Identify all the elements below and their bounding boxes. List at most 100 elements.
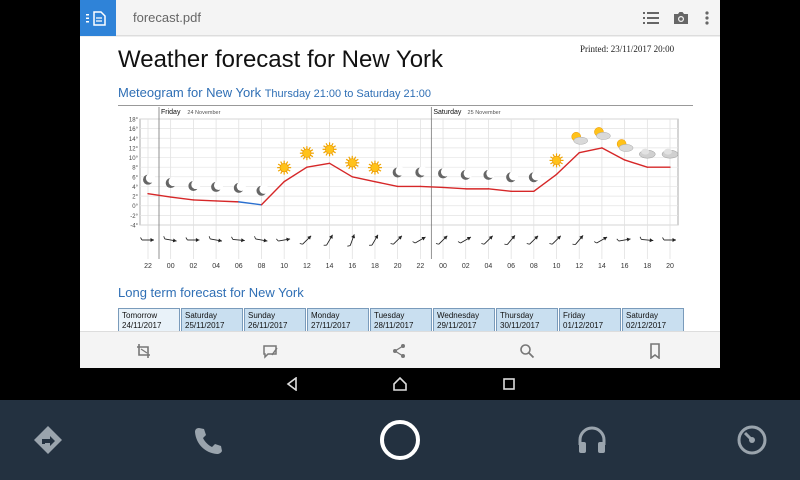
x-tick-label: 10 — [280, 263, 288, 270]
y-tick-label: 2° — [132, 195, 138, 201]
top-toolbar: forecast.pdf — [80, 0, 720, 36]
camera-icon[interactable] — [672, 9, 690, 27]
day-date: 29/11/2017 — [437, 321, 477, 330]
temperature-segment — [419, 185, 444, 189]
home-icon[interactable] — [392, 376, 408, 392]
x-tick-label: 06 — [235, 263, 243, 270]
recents-icon[interactable] — [501, 376, 517, 392]
day-cell: Saturday 02/12/2017 — [622, 308, 684, 331]
day-name: Saturday — [185, 311, 218, 320]
wind-arrow — [412, 236, 426, 244]
day-name: Friday — [563, 311, 586, 320]
day-date-label: 25 November — [468, 110, 501, 116]
wind-arrow — [369, 234, 379, 246]
phone-icon[interactable] — [188, 420, 228, 460]
day-cell: Saturday 25/11/2017 — [181, 308, 243, 331]
y-tick-label: 16° — [129, 127, 139, 133]
meteogram-chart: 18° 16° 14° 12° 10° 8° 6° 4° 2° 0° -2° -4° 22 00 02 04… — [129, 107, 679, 270]
meteogram-subtitle: Thursday 21:00 to Saturday 21:00 — [264, 88, 432, 100]
day-date: 01/12/2017 — [563, 321, 604, 330]
more-vert-icon[interactable] — [698, 9, 716, 27]
document-title: Weather forecast for New York — [118, 46, 444, 73]
y-tick-label: -4° — [130, 224, 138, 230]
day-name: Tuesday — [374, 311, 405, 320]
wind-arrow — [140, 237, 154, 242]
day-cell: Monday 27/11/2017 — [307, 308, 369, 331]
y-tick-label: 0° — [132, 204, 138, 210]
wind-arrow — [299, 235, 312, 245]
day-label: Friday — [161, 109, 181, 116]
pdf-viewer: forecast.pdf Weather forecast for New Yo… — [80, 0, 720, 368]
x-tick-label: 08 — [258, 263, 266, 270]
bookmark-icon[interactable] — [645, 341, 665, 361]
day-date: 30/11/2017 — [500, 321, 540, 330]
bottom-toolbar — [80, 331, 720, 368]
annotate-icon[interactable] — [261, 341, 281, 361]
day-name: Wednesday — [437, 311, 480, 320]
y-tick-label: 4° — [132, 185, 138, 191]
x-tick-label: 16 — [348, 263, 356, 270]
pdf-page: Weather forecast for New York Printed: 2… — [80, 37, 720, 331]
home-circle-icon[interactable] — [376, 416, 424, 464]
wind-arrow — [347, 234, 355, 247]
day-cell: Friday 01/12/2017 — [559, 308, 621, 331]
day-cell: Thursday 30/11/2017 — [496, 308, 558, 331]
document-icon — [86, 11, 106, 26]
list-icon[interactable] — [642, 9, 660, 27]
x-tick-label: 00 — [167, 263, 175, 270]
x-tick-label: 18 — [371, 263, 379, 270]
day-cell: Sunday 26/11/2017 — [244, 308, 306, 331]
x-tick-label: 02 — [462, 263, 470, 270]
wind-arrow — [208, 236, 223, 243]
x-tick-label: 22 — [416, 263, 424, 270]
wind-arrow — [276, 237, 291, 242]
navigation-icon[interactable] — [28, 420, 68, 460]
meteogram-title: Meteogram for New York — [118, 85, 262, 100]
day-date: 25/11/2017 — [185, 321, 225, 330]
headphones-icon[interactable] — [572, 420, 612, 460]
wind-arrow — [231, 236, 245, 243]
wind-arrow — [504, 235, 516, 245]
search-icon[interactable] — [517, 341, 537, 361]
day-date: 28/11/2017 — [374, 321, 414, 330]
printed-timestamp: Printed: 23/11/2017 20:00 — [580, 44, 675, 54]
menu-button[interactable] — [80, 0, 116, 36]
day-date: 27/11/2017 — [311, 321, 351, 330]
speedometer-icon[interactable] — [732, 420, 772, 460]
day-cell: Tomorrow 24/11/2017 — [118, 308, 180, 331]
x-tick-label: 06 — [507, 263, 515, 270]
meteogram-heading: Meteogram for New York Thursday 21:00 to… — [118, 85, 431, 100]
y-tick-label: 18° — [129, 118, 139, 124]
wind-arrow — [572, 235, 584, 245]
y-tick-label: 12° — [129, 146, 139, 152]
x-tick-label: 16 — [621, 263, 629, 270]
wind-arrow — [254, 236, 268, 243]
x-tick-label: 12 — [303, 263, 311, 270]
y-tick-label: 6° — [132, 175, 138, 181]
day-date: 24/11/2017 — [122, 321, 162, 330]
x-tick-label: 08 — [530, 263, 538, 270]
y-tick-label: 8° — [132, 166, 138, 172]
x-tick-label: 04 — [212, 263, 220, 270]
y-tick-label: 14° — [129, 137, 139, 143]
day-date-label: 24 November — [187, 110, 220, 116]
x-tick-label: 10 — [553, 263, 561, 270]
x-tick-label: 00 — [439, 263, 447, 270]
x-tick-label: 04 — [485, 263, 493, 270]
wind-arrow — [662, 237, 676, 242]
crop-icon[interactable] — [134, 341, 154, 361]
day-date: 02/12/2017 — [626, 321, 667, 330]
wind-arrow — [435, 235, 448, 245]
day-cell: Wednesday 29/11/2017 — [433, 308, 495, 331]
day-date: 26/11/2017 — [248, 321, 288, 330]
long-term-table: Tomorrow 24/11/2017 Saturday 25/11/2017 Sund… — [118, 308, 685, 331]
wind-arrow — [457, 236, 472, 244]
day-name: Saturday — [626, 311, 659, 320]
x-tick-label: 14 — [598, 263, 606, 270]
y-tick-label: 10° — [129, 156, 139, 162]
file-title: forecast.pdf — [133, 10, 201, 25]
long-term-heading: Long term forecast for New York — [118, 285, 304, 300]
share-icon[interactable] — [389, 341, 409, 361]
back-icon[interactable] — [284, 376, 300, 392]
x-tick-label: 02 — [189, 263, 197, 270]
